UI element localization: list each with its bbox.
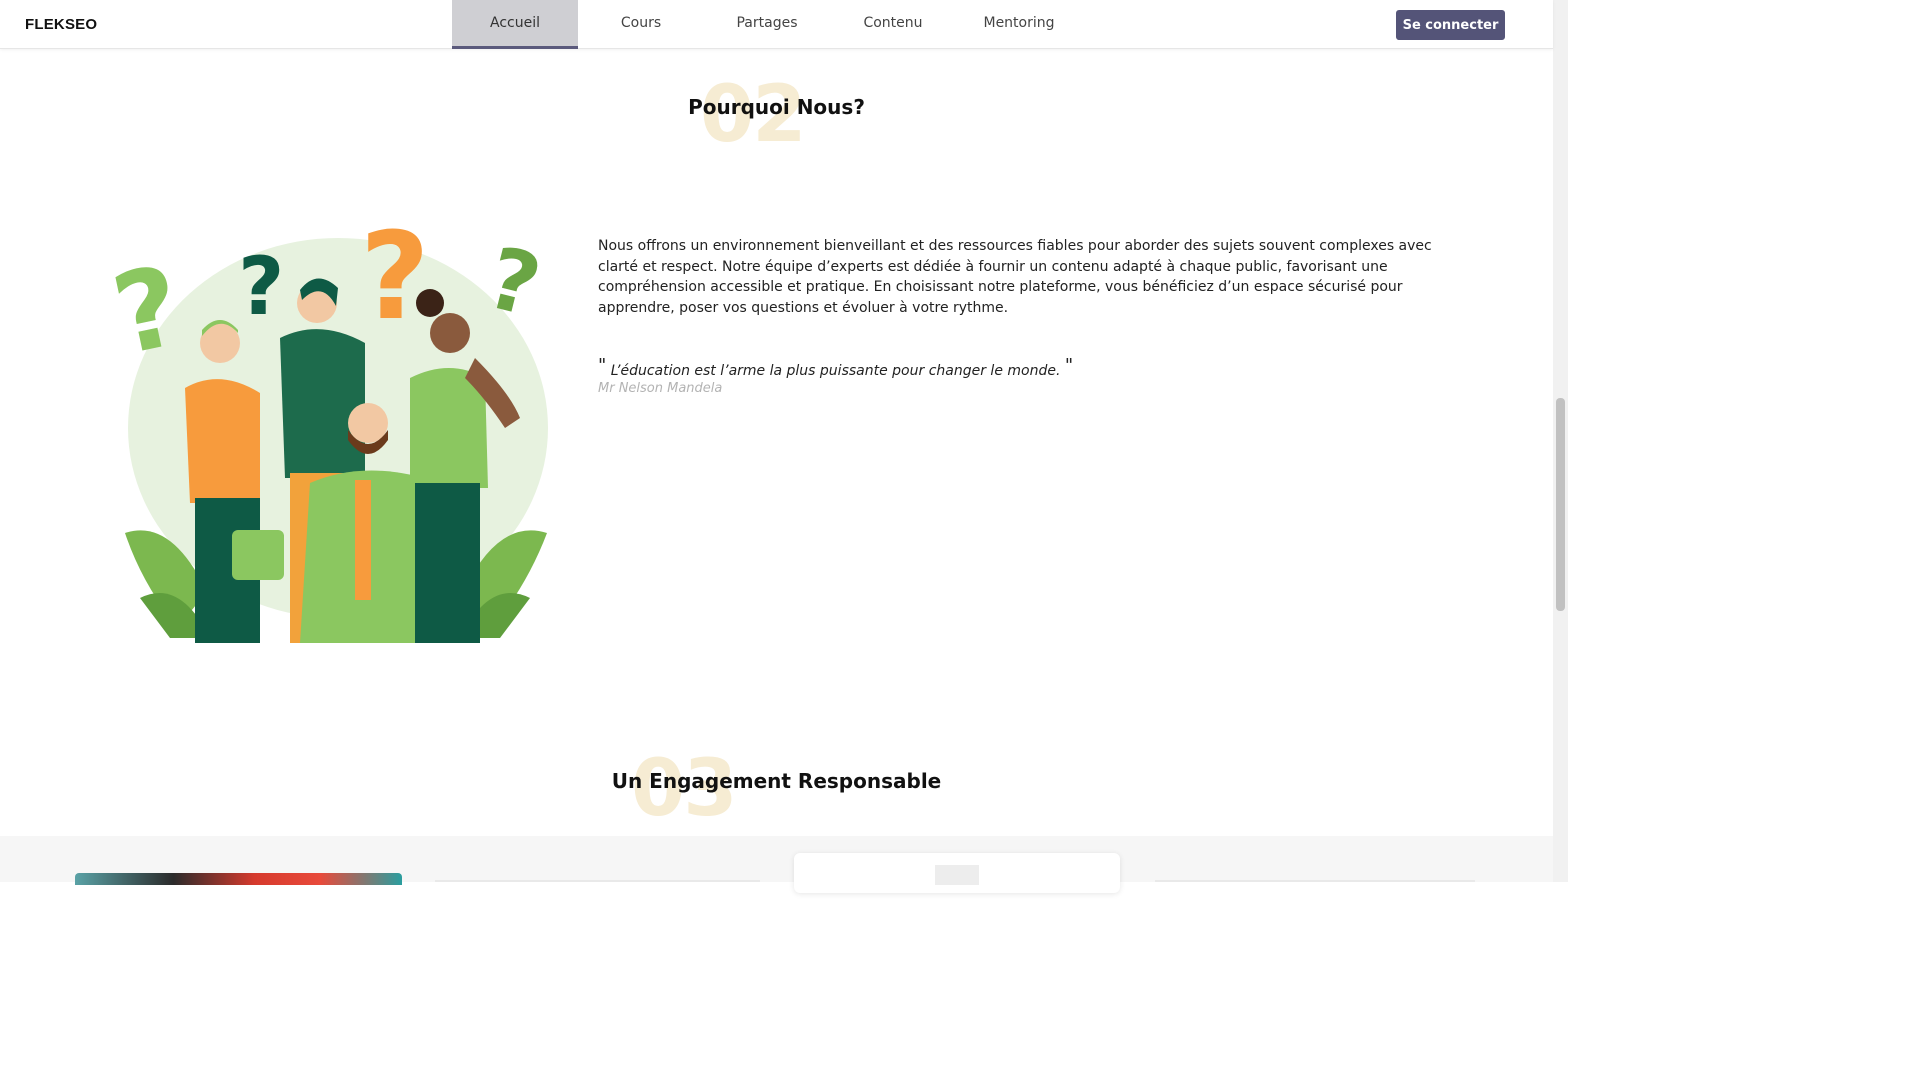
section-title: Un Engagement Responsable xyxy=(611,769,942,793)
svg-text:?: ? xyxy=(360,218,430,347)
brand-logo[interactable]: FLEKSEO xyxy=(25,16,97,33)
engagement-card[interactable] xyxy=(435,880,760,882)
svg-text:?: ? xyxy=(238,240,284,333)
engagement-card-image[interactable] xyxy=(75,873,402,885)
scrollbar-thumb[interactable] xyxy=(1556,398,1565,611)
mandela-quote: " L’éducation est l’arme la plus puissan… xyxy=(598,355,1073,379)
illustration-graphic: ? ? ? ? xyxy=(103,208,550,643)
nav-item-accueil[interactable]: Accueil xyxy=(452,0,578,49)
nav-item-mentoring[interactable]: Mentoring xyxy=(956,0,1082,49)
quote-author: Mr Nelson Mandela xyxy=(598,381,723,396)
page-scrollbar[interactable] xyxy=(1553,0,1568,882)
open-quote-mark: " xyxy=(598,355,607,376)
nav-item-cours[interactable]: Cours xyxy=(578,0,704,49)
nav-item-contenu[interactable]: Contenu xyxy=(830,0,956,49)
why-section-heading: 02 Pourquoi Nous? xyxy=(0,70,1553,160)
svg-text:?: ? xyxy=(110,241,192,379)
section-title: Pourquoi Nous? xyxy=(688,95,865,119)
top-navigation-bar: FLEKSEO Accueil Cours Partages Contenu M… xyxy=(0,0,1553,49)
main-nav: Accueil Cours Partages Contenu Mentoring xyxy=(452,0,1082,49)
card-icon-placeholder xyxy=(935,865,979,885)
svg-text:?: ? xyxy=(478,229,550,337)
why-paragraph: Nous offrons un environnement bienveilla… xyxy=(598,238,1432,316)
engagement-section-heading: 03 Un Engagement Responsable xyxy=(0,744,1553,834)
engagement-card[interactable] xyxy=(1155,880,1475,882)
close-quote-mark: " xyxy=(1064,355,1074,376)
quote-text: L’éducation est l’arme la plus puissante… xyxy=(610,363,1061,379)
people-questions-illustration: ? ? ? ? xyxy=(103,208,560,643)
nav-item-partages[interactable]: Partages xyxy=(704,0,830,49)
login-button[interactable]: Se connecter xyxy=(1396,10,1505,40)
